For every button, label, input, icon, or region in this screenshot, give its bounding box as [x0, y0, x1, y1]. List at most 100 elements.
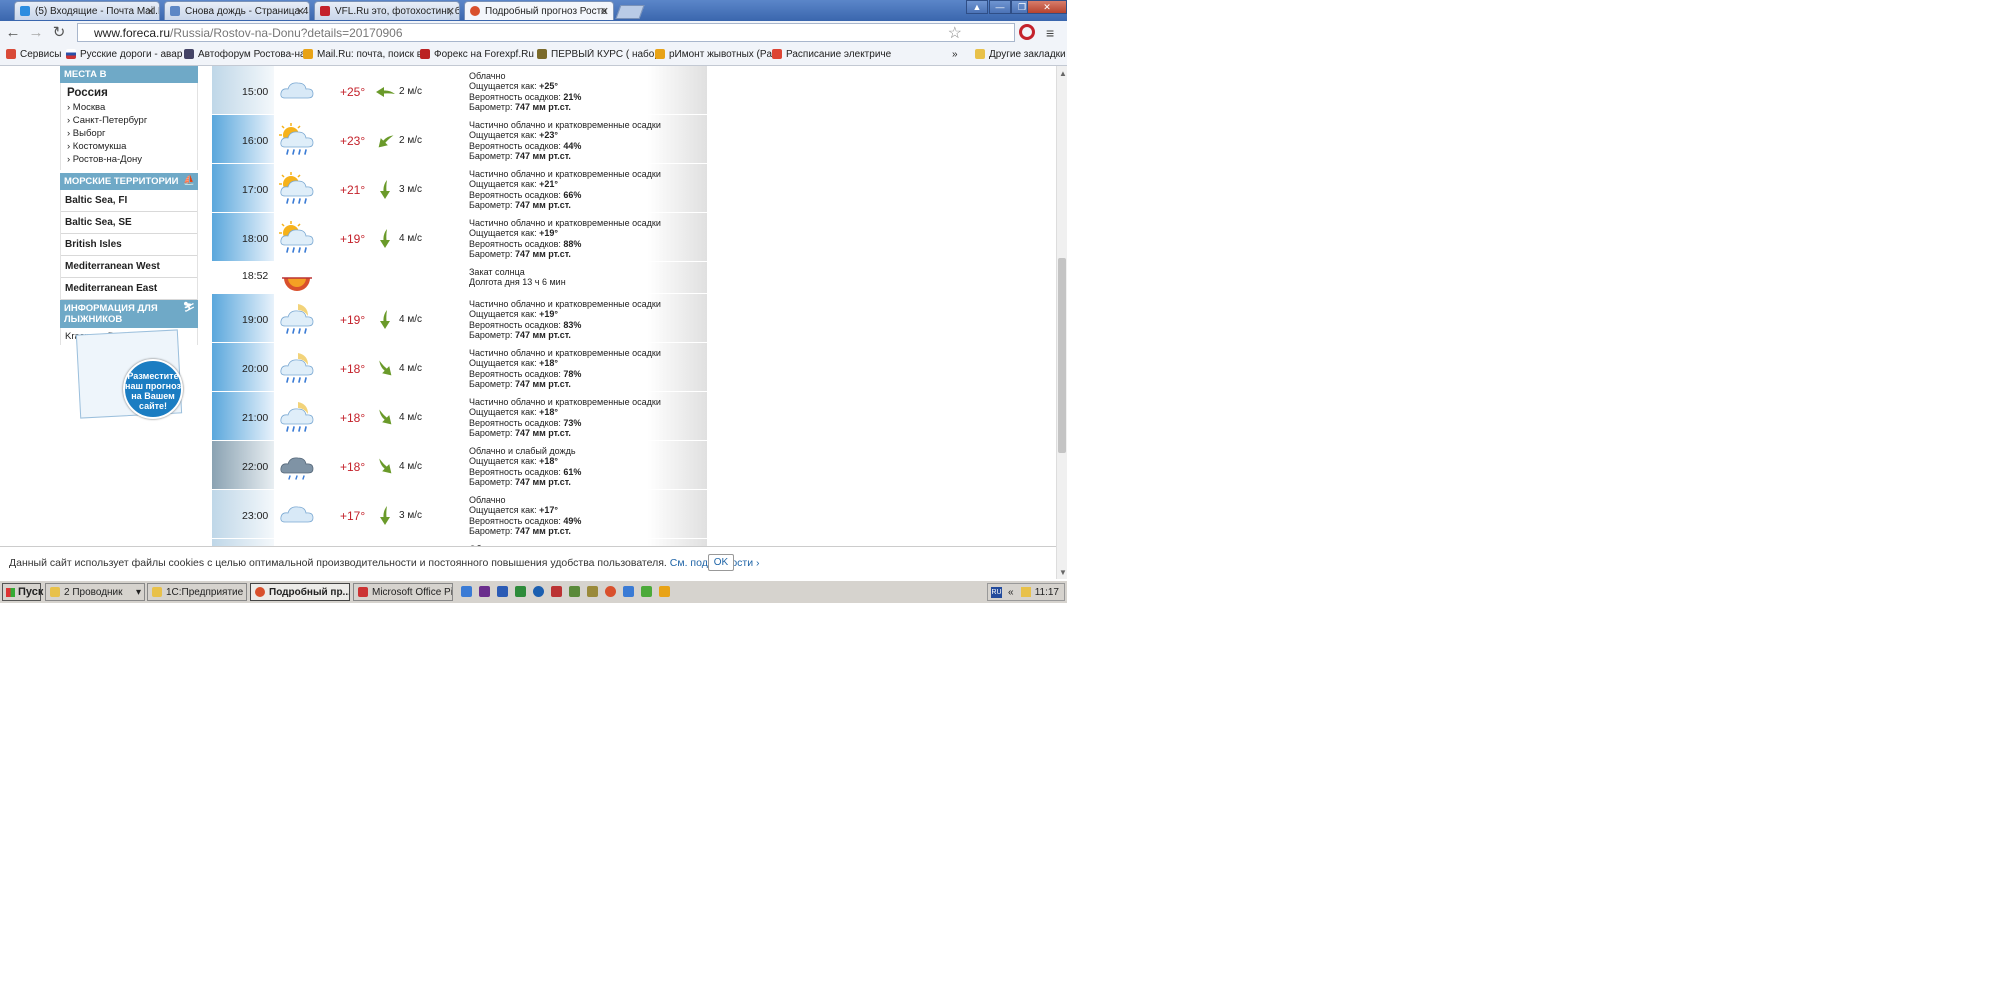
bookmark-autoforum[interactable]: Автофорум Ростова-на: [184, 49, 304, 60]
taskbar-1c[interactable]: 1С:Предприятие ...: [147, 583, 247, 601]
browser-tab-mail[interactable]: (5) Входящие - Почта Mail.R ✕: [14, 1, 160, 20]
forward-arrow-icon[interactable]: →: [27, 24, 45, 42]
bookmark-mailru[interactable]: Mail.Ru: почта, поиск в: [303, 49, 423, 60]
sea-link[interactable]: Baltic Sea, FI: [61, 190, 197, 212]
opera-extension-icon[interactable]: [1019, 24, 1035, 40]
city-link[interactable]: › Москва: [61, 101, 197, 114]
widget-promo-banner[interactable]: Разместите наш прогноз на Вашем сайте!: [75, 329, 184, 421]
precipitation-label: Вероятность осадков:: [469, 417, 564, 428]
bookmark-roads[interactable]: Русские дороги - авар: [66, 49, 186, 60]
condition-line: Частично облачно и кратковременные осадк…: [469, 348, 661, 358]
screen: (5) Входящие - Почта Mail.R ✕ Снова дожд…: [0, 0, 1067, 603]
language-indicator[interactable]: RU: [991, 587, 1002, 598]
app-icon[interactable]: [623, 586, 634, 597]
sea-link[interactable]: Mediterranean West: [61, 256, 197, 278]
barometer-label: Барометр:: [469, 329, 515, 340]
page-content: МЕСТА В Россия › Москва › Санкт-Петербур…: [0, 66, 1056, 579]
scroll-down-arrow-icon[interactable]: ▼: [1059, 568, 1067, 577]
app-icon[interactable]: [641, 586, 652, 597]
sailboat-icon: ⛵: [183, 175, 195, 186]
media-player-icon[interactable]: [533, 586, 544, 597]
folder-icon: [50, 587, 60, 597]
close-tab-icon[interactable]: ✕: [600, 5, 609, 18]
day-length: Долгота дня 13 ч 6 мин: [469, 277, 566, 288]
close-tab-icon[interactable]: ✕: [146, 5, 155, 18]
barometer-value: 747 мм рт.ст.: [514, 525, 571, 536]
close-tab-icon[interactable]: ✕: [446, 5, 455, 18]
app-icon[interactable]: [479, 586, 490, 597]
forecast-description: Облачно и слабый дождь Ощущается как: +18…: [469, 446, 581, 487]
system-tray: RU « 11:17: [987, 583, 1065, 601]
country-russia[interactable]: Россия: [61, 83, 197, 101]
reload-icon[interactable]: ↻: [50, 24, 68, 42]
city-link[interactable]: › Выборг: [61, 127, 197, 140]
taskbar-browser[interactable]: Подробный пр...: [250, 583, 350, 601]
bookmark-services[interactable]: Сервисы: [6, 49, 61, 60]
cookie-ok-button[interactable]: OK: [708, 554, 734, 571]
vertical-scrollbar[interactable]: ▲ ▼: [1056, 66, 1067, 579]
ie-icon[interactable]: [461, 586, 472, 597]
scroll-up-arrow-icon[interactable]: ▲: [1059, 69, 1067, 78]
notification-icon[interactable]: [1021, 587, 1031, 597]
feels-like-line: Ощущается как: +19°: [469, 309, 661, 319]
sunset-description: Закат солнца Долгота дня 13 ч 6 мин: [469, 267, 566, 288]
tray-expand-icon[interactable]: «: [1008, 587, 1014, 598]
sea-link[interactable]: Mediterranean East: [61, 278, 197, 300]
feels-like-value: +17°: [539, 505, 558, 516]
scrollbar-thumb[interactable]: [1058, 258, 1066, 453]
bookmarks-overflow-button[interactable]: »: [952, 49, 958, 60]
excel-icon[interactable]: [515, 586, 526, 597]
forecast-row: 20:00 +18° 4 м/с Частично облачно и кратков…: [212, 343, 707, 392]
forecast-time: 18:00: [242, 233, 269, 245]
browser-tab-foreca[interactable]: Подробный прогноз Росто ✕: [464, 1, 614, 20]
forecast-time: 16:00: [242, 135, 269, 147]
precipitation-line: Вероятность осадков: 88%: [469, 239, 661, 249]
wind-arrow-icon: [374, 407, 396, 429]
hammer-icon: [655, 49, 665, 59]
app-icon[interactable]: [569, 586, 580, 597]
bookmark-star-icon[interactable]: ☆: [948, 23, 962, 43]
app-icon[interactable]: [587, 586, 598, 597]
profile-icon[interactable]: ▲: [966, 0, 988, 14]
sea-link[interactable]: Baltic Sea, SE: [61, 212, 197, 234]
feels-like-label: Ощущается как:: [469, 456, 540, 467]
other-bookmarks[interactable]: Другие закладки: [975, 49, 1066, 60]
new-tab-button[interactable]: [615, 5, 645, 19]
city-link[interactable]: › Костомукша: [61, 140, 197, 153]
close-window-button[interactable]: ✕: [1027, 0, 1067, 14]
word-icon[interactable]: [497, 586, 508, 597]
taskbar-office-picture[interactable]: Microsoft Office Pi...: [353, 583, 453, 601]
city-link[interactable]: › Санкт-Петербург: [61, 114, 197, 127]
precipitation-value: 49%: [563, 515, 582, 526]
menu-icon[interactable]: ≡: [1046, 25, 1054, 41]
browser-tab-vfl[interactable]: VFL.Ru это, фотохостинг, б ✕: [314, 1, 460, 20]
bookmark-train-schedule[interactable]: Расписание электриче: [772, 49, 894, 60]
city-link[interactable]: › Ростов-на-Дону: [61, 153, 197, 166]
address-bar[interactable]: www.foreca.ru/Russia/Rostov-na-Donu?deta…: [77, 23, 1015, 42]
wind-arrow-icon: [374, 179, 396, 201]
precipitation-line: Вероятность осадков: 73%: [469, 418, 661, 428]
barometer-label: Барометр:: [469, 101, 515, 112]
barometer-line: Барометр: 747 мм рт.ст.: [469, 330, 661, 340]
feels-like-value: +19°: [539, 309, 558, 320]
bookmark-forex[interactable]: Форекс на Forexpf.Ru -: [420, 49, 540, 60]
back-arrow-icon[interactable]: ←: [4, 24, 22, 42]
barometer-line: Барометр: 747 мм рт.ст.: [469, 428, 661, 438]
chart-app-icon[interactable]: [659, 586, 670, 597]
sea-link[interactable]: British Isles: [61, 234, 197, 256]
bookmark-label: Автофорум Ростова-на: [198, 49, 304, 60]
close-tab-icon[interactable]: ✕: [296, 5, 305, 18]
barometer-label: Барометр:: [469, 199, 515, 210]
cookie-message: Данный сайт использует файлы cookies с ц…: [9, 557, 667, 569]
chrome-icon[interactable]: [605, 586, 616, 597]
bookmark-first-course[interactable]: ПЕРВЫЙ КУРС ( набор: [537, 49, 657, 60]
bookmark-label: Форекс на Forexpf.Ru -: [434, 49, 540, 60]
app-icon[interactable]: [551, 586, 562, 597]
barometer-line: Барометр: 747 мм рт.ст.: [469, 379, 661, 389]
bookmark-repair[interactable]: pИмонт жывотных (Pa: [655, 49, 775, 60]
minimize-button[interactable]: —: [989, 0, 1011, 14]
browser-tab-forum[interactable]: Снова дождь - Страница 4 ✕: [164, 1, 310, 20]
start-button[interactable]: Пуск: [2, 583, 43, 601]
taskbar-explorer[interactable]: 2 Проводник ▾: [45, 583, 145, 601]
precipitation-label: Вероятность осадков:: [469, 189, 564, 200]
